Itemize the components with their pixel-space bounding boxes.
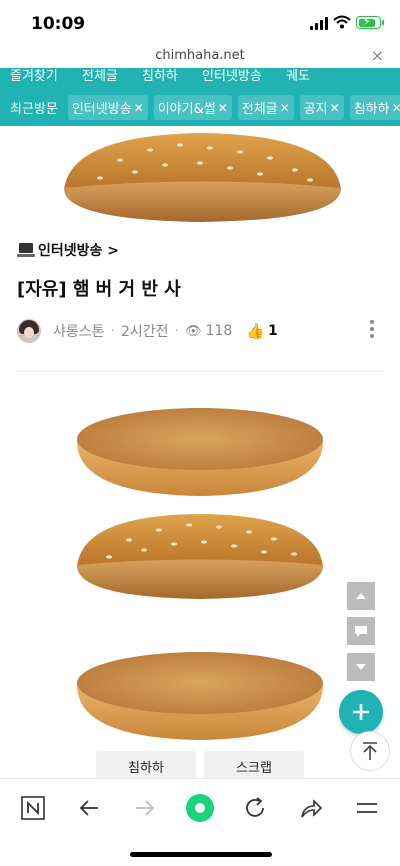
back-arrow-icon[interactable] [74,793,104,823]
chip-label[interactable]: 전체글 [242,98,278,117]
chip-close-icon[interactable]: ✕ [330,101,340,115]
thumbs-up-icon: 👍 [246,322,265,340]
recent-chip[interactable]: 인터넷방송 ✕ [67,95,148,120]
chimhaha-button[interactable]: 침하하 [96,751,196,781]
status-bar: 10:09 ⚡ [0,0,400,44]
chip-close-icon[interactable]: ✕ [218,101,228,115]
bun-image-top [63,133,342,222]
write-post-button[interactable] [339,690,383,734]
chip-close-icon[interactable]: ✕ [392,101,400,115]
triangle-up-icon [356,593,366,599]
recent-chip[interactable]: 이야기&썰 ✕ [153,95,232,120]
like-count: 1 [267,323,278,339]
close-icon[interactable]: × [371,46,384,65]
category-link[interactable]: 인터넷방송 > [38,240,119,260]
battery-icon: ⚡ [356,15,384,29]
naver-n-icon[interactable] [18,793,48,823]
post-time: 2시간전 [120,324,169,340]
chip-label[interactable]: 공지 [304,98,328,117]
recent-chip[interactable]: 침하하 ✕ [349,95,400,120]
nav-item[interactable]: 인터넷방송 [202,69,262,84]
share-icon[interactable] [296,793,326,823]
bun-image-bottom-1 [77,408,323,496]
nav-item[interactable]: 궤도 [286,69,310,84]
recent-visits-label: 최근방문 [10,102,58,117]
browser-toolbar [0,778,400,838]
meta-separator: · [174,323,179,339]
reload-icon[interactable] [240,793,270,823]
meta-separator: · [110,323,115,339]
arrow-to-top-icon [363,742,377,760]
chip-close-icon[interactable]: ✕ [134,101,144,115]
home-indicator [130,852,272,857]
nav-row-top: 즐겨찾기 전체글 침하하 인터넷방송 궤도 [10,68,330,84]
screen: 10:09 ⚡ chimhaha.net × 즐겨찾기 전체글 침하하 인터넷방… [0,0,400,866]
menu-icon[interactable] [352,793,382,823]
post-category[interactable]: 인터넷방송 > [17,240,119,260]
url-text[interactable]: chimhaha.net [0,48,400,63]
more-options-icon[interactable] [370,320,374,338]
divider [16,371,384,372]
category-nav: 즐겨찾기 전체글 침하하 인터넷방송 궤도 최근방문 인터넷방송 ✕ 이야기&썰 ✕… [0,68,400,126]
chip-label[interactable]: 이야기&썰 [158,98,216,117]
laptop-icon [17,243,35,257]
home-dot-icon[interactable] [185,793,215,823]
url-bar[interactable]: chimhaha.net × [0,44,400,68]
signal-icon [310,17,328,30]
post-title: [자유] 햄 버 거 반 사 [17,279,181,300]
forward-arrow-icon[interactable] [130,793,160,823]
wifi-icon [333,15,351,29]
triangle-down-icon [356,664,366,670]
chip-label[interactable]: 인터넷방송 [72,98,132,117]
chip-close-icon[interactable]: ✕ [280,101,290,115]
chip-label[interactable]: 침하하 [354,98,390,117]
scroll-down-button[interactable] [347,653,375,681]
status-time: 10:09 [31,14,86,34]
scroll-up-button[interactable] [347,582,375,610]
post-meta: 샤롱스톤 · 2시간전 · 👁 118 👍 1 [17,318,387,344]
eye-icon: 👁 [185,323,202,339]
nav-item[interactable]: 침하하 [142,69,178,84]
like-count-group: 👍 1 [246,322,277,340]
plus-icon [353,704,369,720]
nav-item[interactable]: 전체글 [82,69,118,84]
recent-chip[interactable]: 공지 ✕ [299,95,344,120]
author-name[interactable]: 샤롱스톤 [53,321,105,341]
scroll-to-top-button[interactable] [350,731,390,771]
bun-image-top-2 [76,514,324,599]
recent-chip[interactable]: 전체글 ✕ [237,95,294,120]
comments-button[interactable] [347,617,375,645]
scrap-button[interactable]: 스크랩 [204,751,304,781]
speech-bubble-icon [355,626,367,637]
view-count: 118 [205,323,233,339]
recent-visits: 최근방문 인터넷방송 ✕ 이야기&썰 ✕ 전체글 ✕ 공지 ✕ 침하하 ✕ [10,95,400,120]
avatar[interactable] [17,319,41,343]
bun-image-bottom-2 [77,652,323,740]
nav-item[interactable]: 즐겨찾기 [10,69,58,84]
